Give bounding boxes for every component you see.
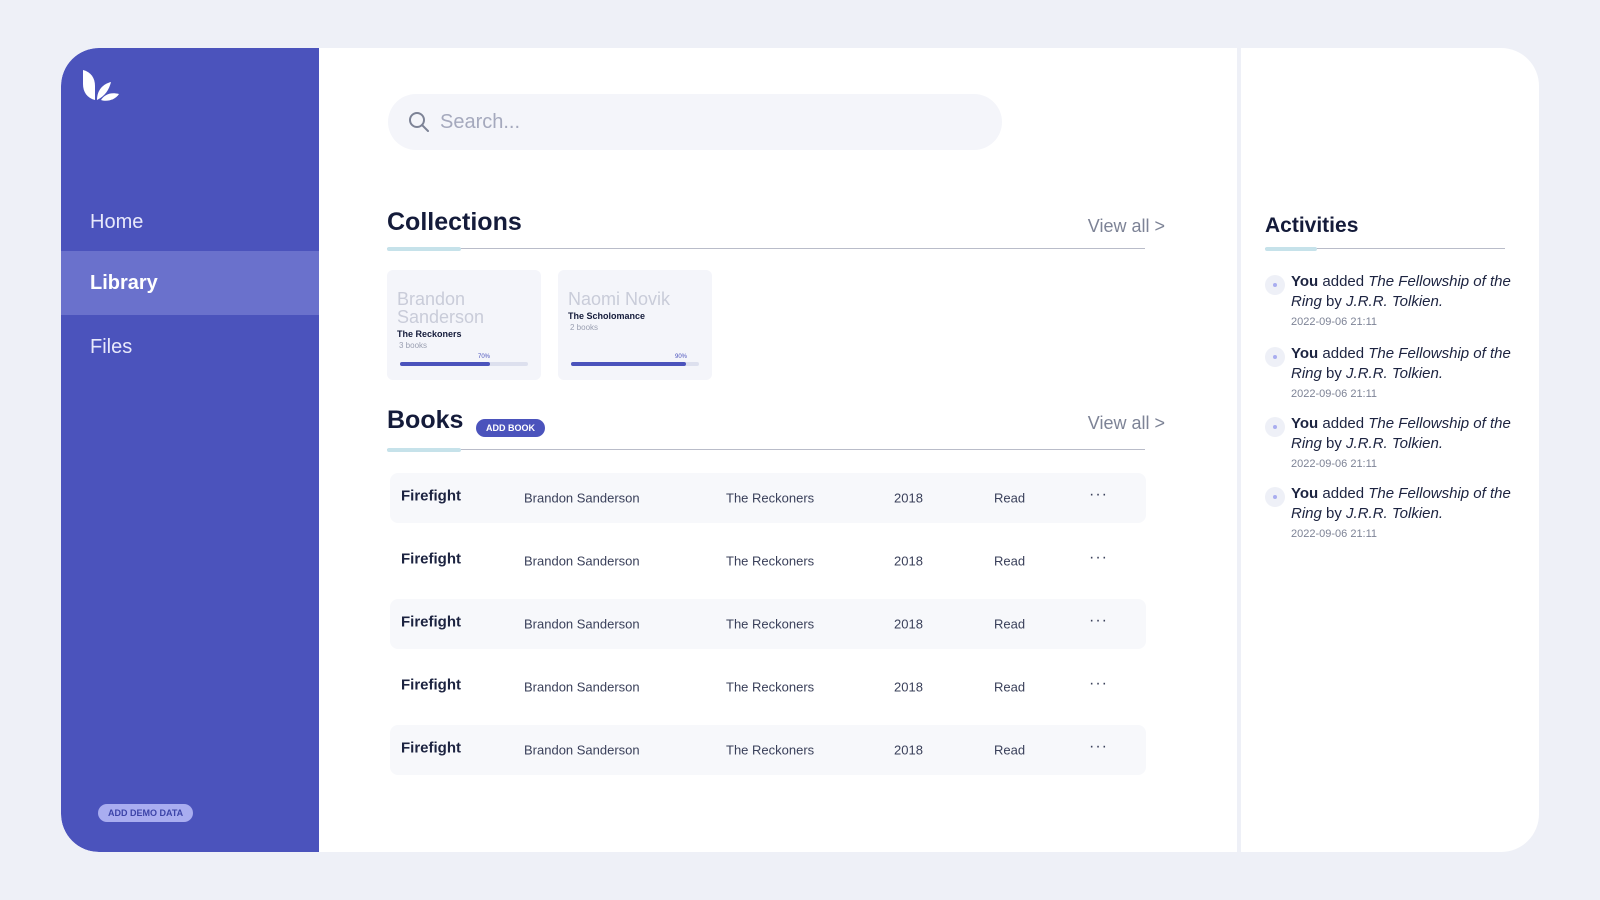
- book-collection: The Reckoners: [726, 553, 815, 569]
- table-row[interactable]: Firefight Brandon Sanderson The Reckoner…: [390, 662, 1146, 712]
- collection-progress-fill: [400, 362, 490, 366]
- collections-underline: [387, 247, 461, 251]
- collection-author: Brandon Sanderson: [397, 289, 485, 327]
- activity-dot-icon: [1265, 417, 1285, 437]
- collections-heading: Collections: [387, 208, 522, 236]
- book-status: Read: [994, 679, 1026, 695]
- books-heading: Books: [387, 406, 464, 434]
- activity-timestamp: 2022-09-06 21:11: [1291, 458, 1378, 470]
- book-collection: The Reckoners: [726, 490, 815, 506]
- table-row[interactable]: Firefight Brandon Sanderson The Reckoner…: [390, 536, 1146, 586]
- books-view-all-link[interactable]: View all >: [1088, 413, 1165, 434]
- collection-progress-bar: [400, 362, 528, 366]
- table-row[interactable]: Firefight Brandon Sanderson The Reckoner…: [390, 725, 1146, 775]
- book-status: Read: [994, 742, 1026, 758]
- collection-card[interactable]: Naomi Novik The Scholomance 2 books 90%: [558, 270, 712, 380]
- activity-item: You added The Fellowship of the Ring by …: [1265, 272, 1515, 328]
- activity-item: You added The Fellowship of the Ring by …: [1265, 414, 1515, 470]
- more-options-icon[interactable]: ···: [1089, 738, 1108, 756]
- more-options-icon[interactable]: ···: [1089, 675, 1108, 693]
- book-status: Read: [994, 553, 1026, 569]
- nav-item-files[interactable]: Files: [61, 315, 319, 379]
- book-title: Firefight: [401, 739, 461, 757]
- collection-progress-label: 70%: [478, 354, 491, 360]
- activity-dot-icon: [1265, 487, 1285, 507]
- book-author: Brandon Sanderson: [524, 679, 640, 695]
- book-status: Read: [994, 616, 1026, 632]
- activity-timestamp: 2022-09-06 21:11: [1291, 388, 1378, 400]
- collection-book-count: 2 books: [570, 323, 599, 332]
- book-year: 2018: [894, 616, 923, 632]
- activity-item: You added The Fellowship of the Ring by …: [1265, 484, 1515, 540]
- add-demo-data-button[interactable]: ADD DEMO DATA: [98, 804, 194, 822]
- collection-progress-label: 90%: [675, 354, 688, 360]
- more-options-icon[interactable]: ···: [1089, 549, 1108, 567]
- activity-timestamp: 2022-09-06 21:11: [1291, 528, 1378, 540]
- add-book-button[interactable]: ADD BOOK: [476, 419, 545, 437]
- activity-item: You added The Fellowship of the Ring by …: [1265, 344, 1515, 400]
- activity-text: You added The Fellowship of the Ring by …: [1291, 415, 1511, 452]
- collection-name: The Scholomance: [568, 311, 646, 321]
- activity-dot-icon: [1265, 347, 1285, 367]
- nav-item-home[interactable]: Home: [61, 190, 319, 254]
- activity-timestamp: 2022-09-06 21:11: [1291, 316, 1378, 328]
- more-options-icon[interactable]: ···: [1089, 612, 1108, 630]
- book-year: 2018: [894, 553, 923, 569]
- book-collection: The Reckoners: [726, 742, 815, 758]
- nav-item-library[interactable]: Library: [61, 251, 319, 315]
- book-author: Brandon Sanderson: [524, 553, 640, 569]
- activity-dot-icon: [1265, 275, 1285, 295]
- book-year: 2018: [894, 679, 923, 695]
- more-options-icon[interactable]: ···: [1089, 486, 1108, 504]
- table-row[interactable]: Firefight Brandon Sanderson The Reckoner…: [390, 599, 1146, 649]
- nav-item-label: Files: [90, 335, 133, 358]
- app-logo-icon[interactable]: [81, 68, 121, 102]
- book-title: Firefight: [401, 676, 461, 694]
- nav-item-label: Library: [90, 271, 158, 294]
- collection-author: Naomi Novik: [568, 289, 671, 309]
- book-year: 2018: [894, 490, 923, 506]
- book-author: Brandon Sanderson: [524, 616, 640, 632]
- book-author: Brandon Sanderson: [524, 490, 640, 506]
- search-bar[interactable]: [388, 94, 1002, 150]
- sidebar: Home Library Files ADD DEMO DATA: [61, 48, 319, 852]
- books-underline: [387, 448, 461, 452]
- book-year: 2018: [894, 742, 923, 758]
- table-row[interactable]: Firefight Brandon Sanderson The Reckoner…: [390, 473, 1146, 523]
- activities-heading: Activities: [1265, 214, 1359, 237]
- activity-text: You added The Fellowship of the Ring by …: [1291, 273, 1511, 310]
- book-collection: The Reckoners: [726, 679, 815, 695]
- activities-panel: Activities You added The Fellowship of t…: [1241, 48, 1539, 852]
- book-title: Firefight: [401, 613, 461, 631]
- app-window: Home Library Files ADD DEMO DATA Collect…: [61, 48, 1539, 852]
- main-content: Collections View all > Brandon Sanderson…: [319, 48, 1237, 852]
- book-status: Read: [994, 490, 1026, 506]
- book-title: Firefight: [401, 550, 461, 568]
- collection-progress-bar: [571, 362, 699, 366]
- collection-card[interactable]: Brandon Sanderson The Reckoners 3 books …: [387, 270, 541, 380]
- collection-name: The Reckoners: [397, 329, 462, 339]
- activity-text: You added The Fellowship of the Ring by …: [1291, 345, 1511, 382]
- nav-item-label: Home: [90, 210, 144, 233]
- collection-progress-fill: [571, 362, 687, 366]
- collection-book-count: 3 books: [399, 341, 428, 350]
- book-author: Brandon Sanderson: [524, 742, 640, 758]
- books-divider: [387, 449, 1145, 450]
- search-icon: [409, 112, 429, 132]
- book-title: Firefight: [401, 487, 461, 505]
- activity-text: You added The Fellowship of the Ring by …: [1291, 485, 1511, 522]
- collections-view-all-link[interactable]: View all >: [1088, 216, 1165, 237]
- collections-divider: [387, 248, 1145, 249]
- search-input[interactable]: [440, 110, 960, 134]
- activities-underline: [1265, 247, 1317, 251]
- book-collection: The Reckoners: [726, 616, 815, 632]
